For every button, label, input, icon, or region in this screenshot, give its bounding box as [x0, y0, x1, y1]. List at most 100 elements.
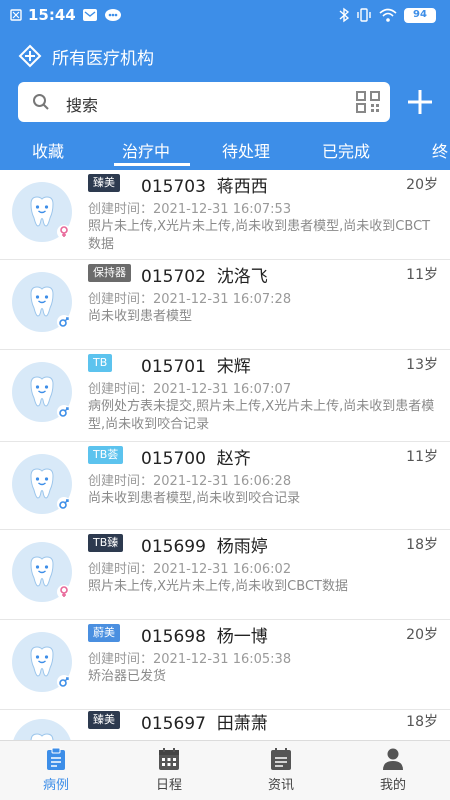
- app-header: 15:44 94 所有医疗机构 搜索 收藏 治疗中 待处理 已完成 终: [0, 0, 450, 170]
- patient-row[interactable]: 臻美 015703 蒋西西 20岁 创建时间：2021-12-31 16:07:…: [0, 170, 450, 260]
- case-status: 照片未上传,X光片未上传,尚未收到患者模型,尚未收到CBCT数据: [88, 219, 431, 252]
- person-icon: [383, 748, 403, 770]
- nav-schedule[interactable]: 日程: [134, 747, 204, 793]
- product-badge: TB: [88, 354, 113, 372]
- patient-age: 20岁: [406, 177, 438, 193]
- created-time: 创建时间：2021-12-31 16:06:28: [88, 474, 292, 489]
- product-badge: 臻美: [88, 174, 120, 192]
- tooth-avatar: [12, 182, 72, 242]
- tooth-avatar: [12, 542, 72, 602]
- tooth-avatar: [12, 632, 72, 692]
- patient-id: 015697: [141, 714, 206, 734]
- nav-cases[interactable]: 病例: [21, 747, 91, 793]
- mail-icon: [82, 9, 97, 21]
- tooth-avatar: [12, 272, 72, 332]
- nav-label: 资讯: [267, 778, 294, 793]
- add-patient-button[interactable]: [404, 86, 436, 118]
- nav-label: 日程: [155, 778, 182, 793]
- patient-name: 蒋西西: [216, 177, 268, 197]
- patient-id: 015702: [141, 267, 206, 287]
- search-bar[interactable]: 搜索: [18, 82, 390, 122]
- case-status: 病例处方表未提交,照片未上传,X光片未上传,尚未收到患者模型,尚未收到咬合记录: [88, 399, 435, 432]
- patient-id: 015700: [141, 449, 206, 469]
- search-icon: [33, 94, 49, 110]
- status-bar: 15:44 94: [0, 0, 450, 32]
- patient-name: 田萧萧: [216, 714, 268, 734]
- created-time: 创建时间：2021-12-31 16:06:02: [88, 562, 292, 577]
- case-status: 尚未收到患者模型,尚未收到咬合记录: [88, 491, 301, 506]
- product-badge: 蔚美: [88, 624, 120, 642]
- tooth-avatar: [12, 362, 72, 422]
- tab-completed[interactable]: 已完成: [322, 138, 370, 162]
- search-input[interactable]: 搜索: [66, 92, 98, 116]
- patient-row[interactable]: 蔚美 015698 杨一博 20岁 创建时间：2021-12-31 16:05:…: [0, 620, 450, 710]
- patient-row[interactable]: 保持器 015702 沈洛飞 11岁 创建时间：2021-12-31 16:07…: [0, 260, 450, 350]
- patient-id: 015703: [141, 177, 206, 197]
- patient-name: 赵齐: [216, 449, 251, 469]
- nav-news[interactable]: 资讯: [246, 747, 316, 793]
- status-time: 15:44: [28, 6, 76, 24]
- patient-row[interactable]: TB臻 015699 杨雨婷 18岁 创建时间：2021-12-31 16:06…: [0, 530, 450, 620]
- patient-id: 015701: [141, 357, 206, 377]
- bottom-nav: 病例 日程 资讯 我的: [0, 740, 450, 800]
- created-time: 创建时间：2021-12-31 16:07:07: [88, 382, 292, 397]
- patient-id-name: 015703 蒋西西: [141, 172, 268, 197]
- patient-age: 18岁: [406, 537, 438, 553]
- patient-id-name: 015702 沈洛飞: [141, 262, 268, 287]
- tooth-avatar: [12, 454, 72, 514]
- patient-id-name: 015697 田萧萧: [141, 709, 268, 734]
- clipboard-icon: [47, 747, 65, 770]
- status-tabs: 收藏 治疗中 待处理 已完成 终: [0, 130, 450, 168]
- patient-row[interactable]: TB荟 015700 赵齐 11岁 创建时间：2021-12-31 16:06:…: [0, 442, 450, 530]
- patient-age: 11岁: [406, 267, 438, 283]
- patient-name: 杨雨婷: [216, 537, 268, 557]
- tab-in-treatment[interactable]: 治疗中: [122, 138, 170, 162]
- patient-name: 沈洛飞: [216, 267, 268, 287]
- created-time: 创建时间：2021-12-31 16:07:28: [88, 292, 292, 307]
- patient-name: 杨一博: [216, 627, 268, 647]
- patient-id: 015699: [141, 537, 206, 557]
- bluetooth-icon: [339, 7, 349, 23]
- patient-age: 20岁: [406, 627, 438, 643]
- patient-age: 18岁: [406, 714, 438, 730]
- case-status: 尚未收到患者模型: [88, 309, 193, 324]
- page-title: 所有医疗机构: [52, 48, 154, 69]
- product-badge: TB荟: [88, 446, 124, 464]
- news-icon: [271, 748, 291, 770]
- wifi-icon: [379, 8, 397, 22]
- patient-age: 11岁: [406, 449, 438, 465]
- patient-list: 臻美 015703 蒋西西 20岁 创建时间：2021-12-31 16:07:…: [0, 170, 450, 740]
- patient-name: 宋辉: [216, 357, 251, 377]
- patient-row[interactable]: 臻美 015697 田萧萧 18岁: [0, 707, 450, 740]
- case-status: 矫治器已发货: [88, 669, 167, 684]
- notification-icon: [10, 9, 22, 21]
- patient-id: 015698: [141, 627, 206, 647]
- product-badge: TB臻: [88, 534, 124, 552]
- institution-selector[interactable]: 所有医疗机构: [18, 42, 154, 70]
- product-badge: 臻美: [88, 711, 120, 729]
- nav-profile[interactable]: 我的: [358, 747, 428, 793]
- calendar-icon: [159, 748, 179, 770]
- qr-scan-icon[interactable]: [356, 91, 380, 113]
- vibrate-icon: [357, 8, 371, 22]
- cloud-icon: [104, 9, 121, 21]
- battery-indicator: 94: [404, 7, 436, 23]
- product-badge: 保持器: [88, 264, 131, 282]
- nav-label: 我的: [379, 778, 406, 793]
- active-tab-indicator: [114, 163, 190, 166]
- case-status: 照片未上传,X光片未上传,尚未收到CBCT数据: [88, 579, 348, 594]
- tab-favorites[interactable]: 收藏: [32, 138, 64, 162]
- patient-id-name: 015698 杨一博: [141, 622, 268, 647]
- patient-row[interactable]: TB 015701 宋辉 13岁 创建时间：2021-12-31 16:07:0…: [0, 350, 450, 442]
- nav-label: 病例: [42, 778, 69, 793]
- created-time: 创建时间：2021-12-31 16:05:38: [88, 652, 292, 667]
- patient-id-name: 015699 杨雨婷: [141, 532, 268, 557]
- patient-id-name: 015700 赵齐: [141, 444, 251, 469]
- institution-icon: [18, 44, 42, 68]
- created-time: 创建时间：2021-12-31 16:07:53: [88, 202, 292, 217]
- patient-id-name: 015701 宋辉: [141, 352, 251, 377]
- tooth-avatar: [13, 719, 71, 740]
- patient-age: 13岁: [406, 357, 438, 373]
- tab-terminated[interactable]: 终: [432, 138, 448, 162]
- tab-pending[interactable]: 待处理: [222, 138, 270, 162]
